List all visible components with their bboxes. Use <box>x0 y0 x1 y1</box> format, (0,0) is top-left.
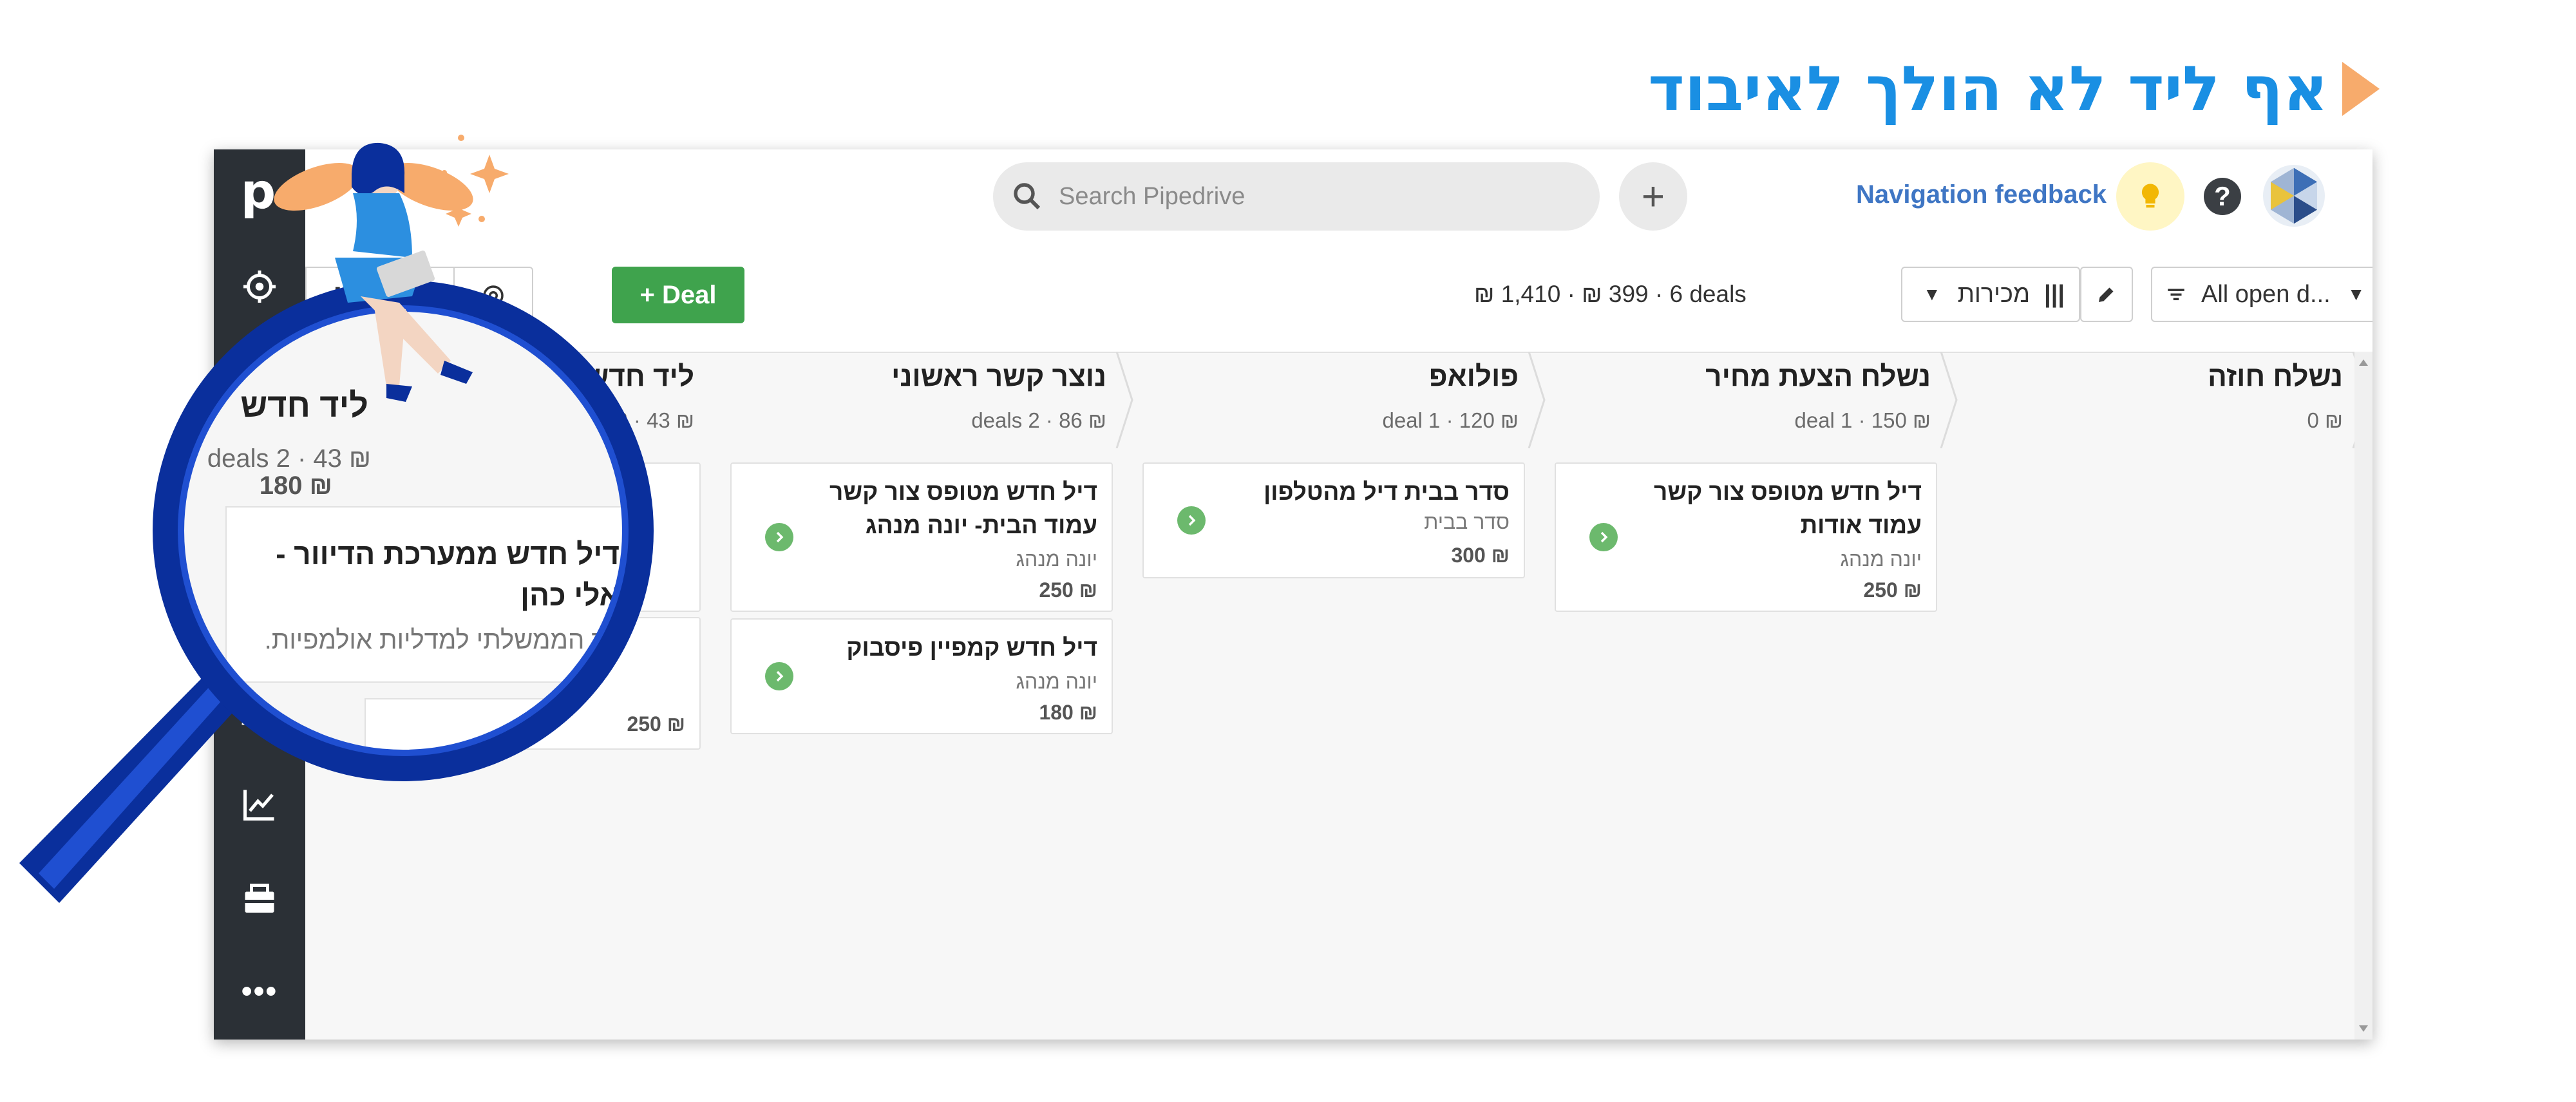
stage-name: ליד חדש <box>585 361 694 392</box>
go-arrow-icon[interactable] <box>1589 523 1618 551</box>
avatar[interactable] <box>2263 165 2325 227</box>
stage-meta: ₪ 150 · 1 deal <box>1794 408 1931 432</box>
more-icon[interactable]: ••• <box>233 965 286 1018</box>
deal-card[interactable]: דיל חדש מטופס צור קשר עמוד הבית- יונה מנ… <box>730 462 1113 612</box>
help-icon[interactable]: ? <box>2204 178 2241 215</box>
deal-person: סדר בבית <box>1424 510 1510 533</box>
quick-add-button[interactable]: + <box>1619 162 1687 231</box>
pipeline-toolbar: + Deal ₪ 1,410 · ₪ 399 · 6 deals ▼ מכירו… <box>305 245 2372 353</box>
arrow-icon <box>2342 62 2380 116</box>
deal-person: יונה מנהג <box>1016 547 1098 571</box>
zoom-deal-card-2: ₪ 250 <box>365 698 629 756</box>
lightbulb-icon[interactable] <box>2116 162 2184 231</box>
deal-title: סדר בבית דיל מהטלפון <box>1264 479 1510 505</box>
stage-name: נשלח חוזה <box>2208 361 2343 392</box>
zoom-deal-card: דיל חדש ממערכת הדיוור - אלי כהן רד הממשל… <box>225 506 629 683</box>
filter-name: All open d... <box>2201 280 2331 308</box>
stage-column-3: פולואפ ₪ 120 · 1 deal <box>1130 352 1546 448</box>
deal-title: דיל חדש מטופס צור קשר עמוד הבית- יונה מנ… <box>829 479 1097 538</box>
stage-column-5: נשלח חוזה ₪ 0 <box>1954 352 2370 448</box>
deal-title: דיל חדש מטופס צור קשר עמוד אודות <box>1654 479 1922 538</box>
target-icon[interactable] <box>233 260 286 313</box>
products-icon[interactable] <box>233 873 286 926</box>
pipeline-name: מכירות <box>1957 280 2031 308</box>
search-placeholder: Search Pipedrive <box>1059 182 1245 210</box>
zoom-stage-name: ליד חדש <box>240 387 368 424</box>
top-bar: Search Pipedrive + Navigation feedback ? <box>305 149 2372 246</box>
go-arrow-icon[interactable] <box>1177 506 1206 535</box>
insights-icon[interactable] <box>233 778 286 831</box>
edit-pipeline-button[interactable] <box>2080 267 2133 322</box>
magnified-stage: ליד חדש ₪ 43 · 2 deals דיל חדש ממערכת הד… <box>178 305 629 756</box>
deal-value: ₪ 250 <box>627 712 685 736</box>
chevron-down-icon: ▼ <box>1923 284 1941 304</box>
deal-value: ₪ 180 <box>1039 701 1097 724</box>
go-arrow-icon[interactable] <box>765 662 793 690</box>
pipeline-summary: ₪ 1,410 · ₪ 399 · 6 deals <box>1474 281 1747 307</box>
zoom-deal-value: ₪ 180 <box>259 471 332 500</box>
deal-value: ₪ 250 <box>1039 578 1097 602</box>
pipedrive-logo[interactable]: p <box>236 164 281 219</box>
deal-person: יונה מנהג <box>1840 547 1922 571</box>
deal-value: ₪ 250 <box>1863 578 1922 602</box>
pipeline-icon: ||| <box>2044 280 2065 308</box>
add-deal-button[interactable]: + Deal <box>612 267 744 323</box>
zoom-deal-org: רד הממשלתי למדליות אולמפיות. <box>264 626 620 654</box>
pipeline-select[interactable]: ▼ מכירות ||| <box>1901 267 2080 322</box>
more-label: ••• <box>241 974 278 1009</box>
promo-heading: אף ליד לא הולך לאיבוד <box>1648 44 2380 134</box>
stage-name: נוצר קשר ראשוני <box>891 361 1106 392</box>
filter-icon <box>2168 289 2184 301</box>
zoom-deal-title: דיל חדש ממערכת הדיוור - אלי כהן <box>276 537 620 612</box>
search-input[interactable]: Search Pipedrive <box>993 162 1600 231</box>
search-icon <box>1014 183 1041 210</box>
chevron-down-icon: ▼ <box>2347 284 2365 304</box>
deal-title: דיל חדש קמפיין פיסבוק <box>846 634 1097 661</box>
go-arrow-icon[interactable] <box>765 523 793 551</box>
heading-text: אף ליד לא הולך לאיבוד <box>1648 53 2328 125</box>
stage-name: נשלח הצעת מחיר <box>1705 361 1931 392</box>
deal-person: יונה מנהג <box>1016 670 1098 693</box>
stage-column-4: נשלח הצעת מחיר ₪ 150 · 1 deal <box>1542 352 1958 448</box>
vertical-scrollbar[interactable] <box>2354 352 2372 1040</box>
stage-name: פולואפ <box>1428 361 1519 392</box>
zoom-stage-meta: ₪ 43 · 2 deals <box>207 444 371 473</box>
zoom-deal-value-2: ₪ 250 <box>404 748 477 756</box>
navigation-feedback-link[interactable]: Navigation feedback <box>1856 180 2107 209</box>
deal-card[interactable]: דיל חדש קמפיין פיסבוק יונה מנהג ₪ 180 <box>730 618 1113 734</box>
stage-meta: ₪ 86 · 2 deals <box>971 408 1106 432</box>
stage-column-2: נוצר קשר ראשוני ₪ 86 · 2 deals <box>717 352 1133 448</box>
stage-meta: ₪ 0 <box>2307 408 2343 432</box>
deal-value: ₪ 300 <box>1451 544 1510 567</box>
stage-meta: ₪ 120 · 1 deal <box>1382 408 1519 432</box>
filter-select[interactable]: All open d... ▼ <box>2151 267 2372 322</box>
deal-card[interactable]: דיל חדש מטופס צור קשר עמוד אודות יונה מנ… <box>1555 462 1937 612</box>
deal-card[interactable]: סדר בבית דיל מהטלפון סדר בבית ₪ 300 <box>1142 462 1525 578</box>
